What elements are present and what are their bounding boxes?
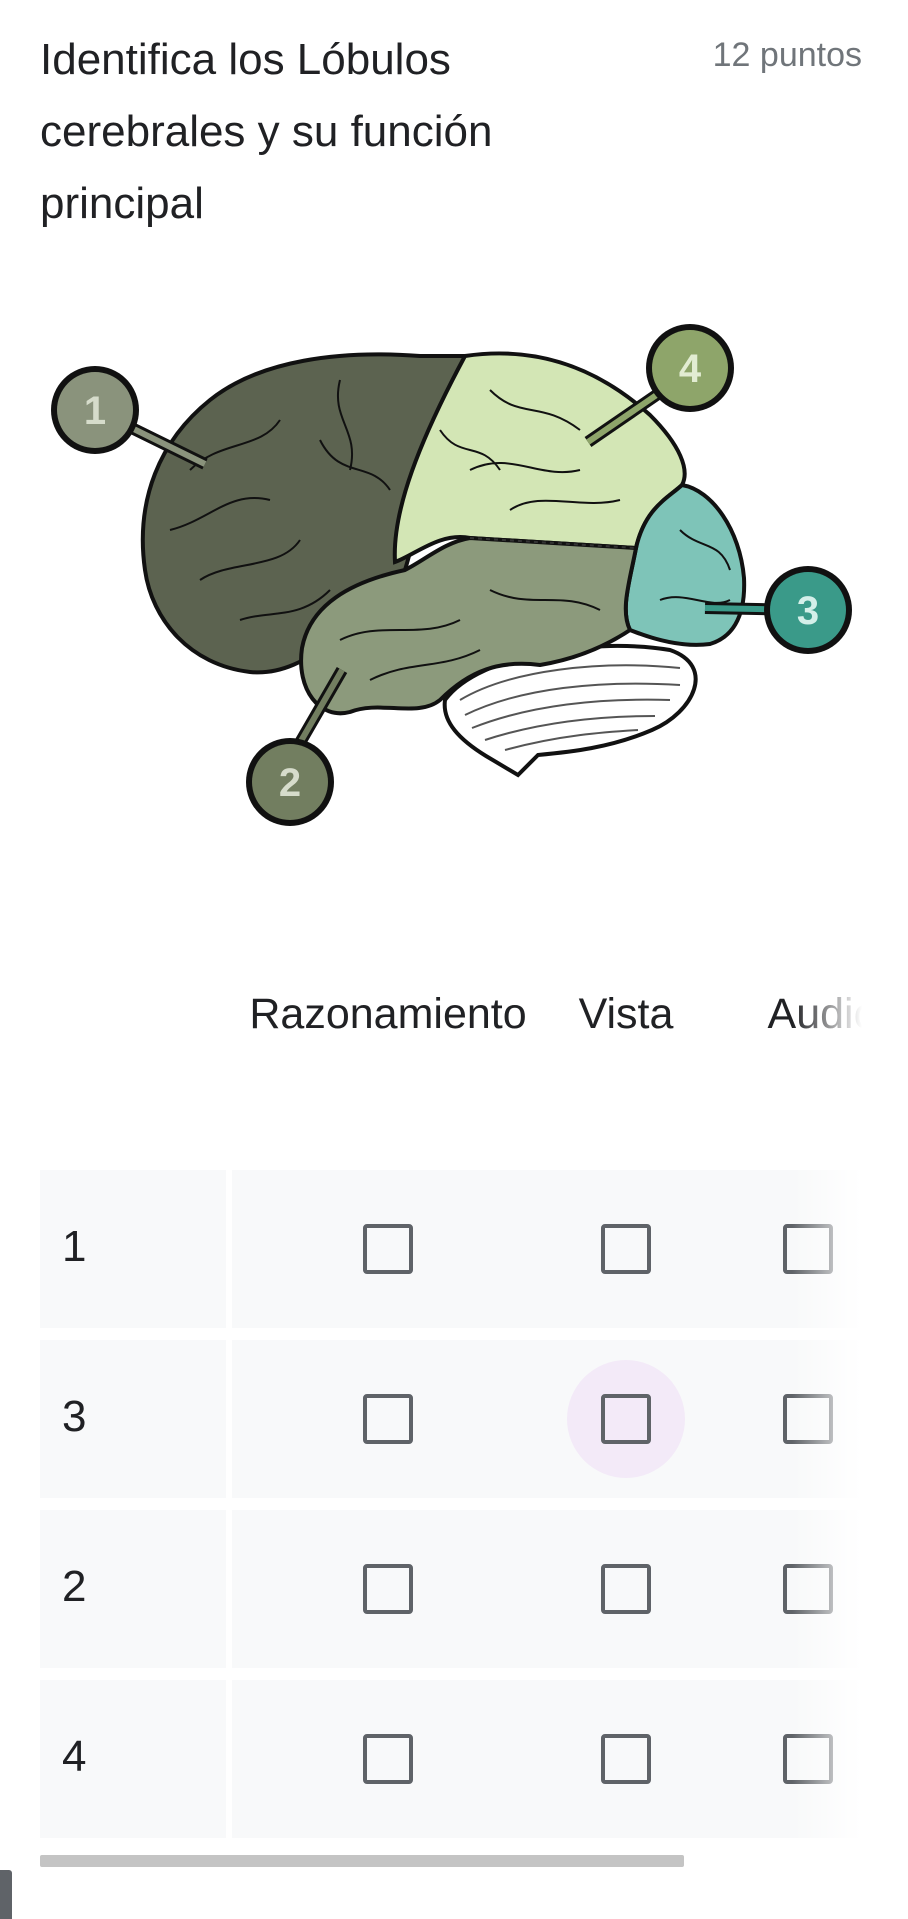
column-header-vista: Vista (578, 990, 674, 1038)
checkbox-box (363, 1394, 413, 1444)
checkbox-row3-audicion[interactable] (749, 1530, 862, 1648)
brain-lobes-diagram: 1 2 3 4 (40, 320, 860, 840)
row-label: 1 (62, 1222, 87, 1271)
marker-1-label: 1 (84, 389, 106, 433)
marker-4-label: 4 (679, 347, 702, 391)
checkbox-row3-razonamiento[interactable] (329, 1530, 447, 1648)
grid-column-headers: Razonamiento Vista Audición (40, 960, 862, 1070)
grid-row: 2 (40, 1510, 862, 1668)
row-label: 3 (62, 1392, 87, 1441)
marker-2-label: 2 (279, 761, 301, 805)
checkbox-row2-vista[interactable] (567, 1360, 685, 1478)
grid-row: 1 (40, 1170, 862, 1328)
checkbox-row1-razonamiento[interactable] (329, 1190, 447, 1308)
column-header-audicion: Audición (767, 990, 862, 1038)
row-label: 4 (62, 1732, 87, 1781)
checkbox-box (601, 1564, 651, 1614)
marker-3-label: 3 (797, 589, 819, 633)
checkbox-row1-audicion[interactable] (749, 1190, 862, 1308)
edge-handle (0, 1870, 12, 1919)
horizontal-scrollbar[interactable] (40, 1855, 684, 1867)
checkbox-row2-audicion[interactable] (749, 1360, 862, 1478)
checkbox-box (363, 1564, 413, 1614)
checkbox-box (783, 1734, 833, 1784)
marker-1: 1 (51, 366, 208, 470)
question-points: 12 puntos (712, 36, 862, 74)
checkbox-row4-razonamiento[interactable] (329, 1700, 447, 1818)
checkbox-box (783, 1394, 833, 1444)
checkbox-row4-vista[interactable] (567, 1700, 685, 1818)
checkbox-row1-vista[interactable] (567, 1190, 685, 1308)
checkbox-row3-vista[interactable] (567, 1530, 685, 1648)
checkbox-box (601, 1734, 651, 1784)
row-label: 2 (62, 1562, 87, 1611)
checkbox-box (601, 1394, 651, 1444)
column-header-razonamiento: Razonamiento (249, 990, 527, 1038)
checkbox-box (363, 1224, 413, 1274)
checkbox-grid: Razonamiento Vista Audición 1 3 2 4 (40, 960, 862, 1840)
checkbox-box (783, 1564, 833, 1614)
checkbox-box (363, 1734, 413, 1784)
checkbox-row4-audicion[interactable] (749, 1700, 862, 1818)
grid-row: 3 (40, 1340, 862, 1498)
question-title: Identifica los Lóbulos cerebrales y su f… (40, 35, 493, 228)
checkbox-box (601, 1224, 651, 1274)
marker-2: 2 (246, 666, 348, 826)
checkbox-row2-razonamiento[interactable] (329, 1360, 447, 1478)
checkbox-box (783, 1224, 833, 1274)
grid-row: 4 (40, 1680, 862, 1838)
